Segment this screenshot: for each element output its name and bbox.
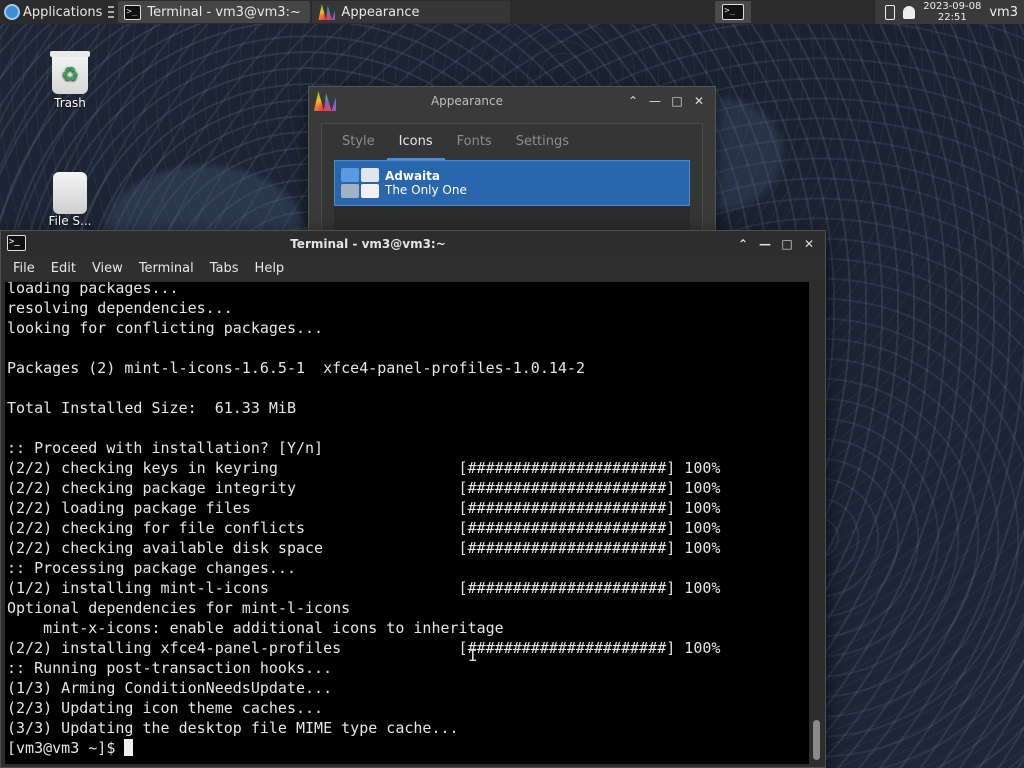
terminal-line: :: Proceed with installation? [Y/n] [7,439,324,457]
terminal-line: (2/2) checking keys in keyring [########… [7,459,721,477]
appearance-body: Style Icons Fonts Settings Adwaita The O… [321,123,703,243]
appearance-titlebar[interactable]: Appearance ⌃ — □ ✕ [309,87,715,115]
appearance-icon [318,4,336,20]
terminal-prompt-line[interactable]: [vm3@vm3 ~]$ [7,738,809,758]
terminal-line: looking for conflicting packages... [7,319,324,337]
minimize-button[interactable]: — [647,94,663,108]
terminal-output[interactable]: loading packages... resolving dependencie… [5,282,809,764]
terminal-cursor [124,739,134,756]
shell-prompt: [vm3@vm3 ~]$ [7,739,125,757]
menu-help[interactable]: Help [247,261,293,276]
terminal-line: Optional dependencies for mint-l-icons [7,599,351,617]
menu-edit[interactable]: Edit [43,261,84,276]
tab-settings[interactable]: Settings [504,124,581,160]
text-cursor-icon: I [468,646,478,665]
close-button[interactable]: ✕ [801,237,817,251]
theme-preview-icon [341,168,379,198]
terminal-line: Total Installed Size: 61.33 MiB [7,399,296,417]
desktop-icon-label: Trash [54,96,86,110]
terminal-line: :: Running post-transaction hooks... [7,659,333,677]
maximize-button[interactable]: □ [779,237,795,251]
system-tray: 2023-09-08 22:51 vm3 [875,0,1024,24]
maximize-button[interactable]: □ [669,94,685,108]
appearance-window: Appearance ⌃ — □ ✕ Style Icons Fonts Set… [308,86,716,246]
top-panel: Applications >_ Terminal - vm3@vm3:~ App… [0,0,1024,24]
clock[interactable]: 2023-09-08 22:51 [923,1,981,23]
terminal-line: loading packages... [7,282,179,297]
icon-theme-list: Adwaita The Only One [334,160,690,240]
terminal-line: (1/3) Arming ConditionNeedsUpdate... [7,679,333,697]
terminal-line: (2/3) Updating icon theme caches... [7,699,324,717]
shade-button[interactable]: ⌃ [625,94,641,108]
panel-separator [108,5,115,19]
scrollbar-thumb[interactable] [813,720,820,760]
desktop-icon-filesystem[interactable]: File S... [30,172,110,228]
terminal-line: mint-x-icons: enable additional icons to… [7,619,504,637]
applications-menu-button[interactable]: Applications [0,0,106,24]
theme-description: The Only One [385,183,467,197]
drive-icon [53,172,87,214]
tab-icons[interactable]: Icons [386,124,445,160]
terminal-line: (2/2) checking package integrity [######… [7,479,721,497]
terminal-lines: loading packages... resolving dependencie… [5,282,809,758]
appearance-tabs: Style Icons Fonts Settings [322,124,702,160]
trash-icon: ♻ [50,51,90,94]
taskbar-item-terminal[interactable]: >_ Terminal - vm3@vm3:~ [118,1,311,23]
minimize-button[interactable]: — [757,237,773,251]
taskbar-item-appearance[interactable]: Appearance [312,1,511,23]
icon-theme-item-adwaita[interactable]: Adwaita The Only One [334,160,690,206]
window-title: Terminal - vm3@vm3:~ [290,236,446,251]
terminal-line: :: Processing package changes... [7,559,296,577]
tab-fonts[interactable]: Fonts [445,124,504,160]
tab-style[interactable]: Style [330,124,387,160]
terminal-line: Packages (2) mint-l-icons-1.6.5-1 xfce4-… [7,359,585,377]
shade-button[interactable]: ⌃ [735,237,751,251]
menu-file[interactable]: File [5,261,43,276]
notification-bell-icon[interactable] [903,5,916,19]
clock-time: 22:51 [937,12,967,23]
terminal-menubar: File Edit View Terminal Tabs Help [1,256,825,280]
terminal-icon: >_ [7,235,26,251]
terminal-line: (1/2) installing mint-l-icons [#########… [7,579,721,597]
terminal-scrollbar[interactable] [810,282,824,764]
applications-logo-icon [4,4,20,20]
terminal-icon: >_ [722,4,745,20]
menu-tabs[interactable]: Tabs [202,261,247,276]
terminal-line: (2/2) checking available disk space [###… [7,539,721,557]
terminal-line: resolving dependencies... [7,299,233,317]
taskbar-item-label: Appearance [341,4,420,20]
user-menu[interactable]: vm3 [989,5,1018,20]
close-button[interactable]: ✕ [691,94,707,108]
terminal-icon: >_ [124,4,142,20]
terminal-line: (2/2) checking for file conflicts [#####… [7,519,721,537]
terminal-window: >_ Terminal - vm3@vm3:~ ⌃ — □ ✕ File Edi… [0,230,826,768]
terminal-line: (3/3) Updating the desktop file MIME typ… [7,719,459,737]
taskbar-item-label: Terminal - vm3@vm3:~ [147,4,301,20]
window-title: Appearance [430,94,504,108]
desktop-icon-trash[interactable]: ♻ Trash [30,51,110,110]
menu-terminal[interactable]: Terminal [131,261,202,276]
theme-name: Adwaita [385,169,441,183]
terminal-line: (2/2) loading package files [###########… [7,499,721,517]
desktop-icon-label: File S... [48,214,92,228]
applications-label: Applications [23,4,103,20]
battery-icon[interactable] [885,4,896,20]
terminal-launcher-button[interactable]: >_ [715,1,752,23]
clock-date: 2023-09-08 [923,1,982,12]
menu-view[interactable]: View [84,261,131,276]
terminal-titlebar[interactable]: >_ Terminal - vm3@vm3:~ ⌃ — □ ✕ [1,231,825,256]
terminal-line: (2/2) installing xfce4-panel-profiles [#… [7,639,721,657]
